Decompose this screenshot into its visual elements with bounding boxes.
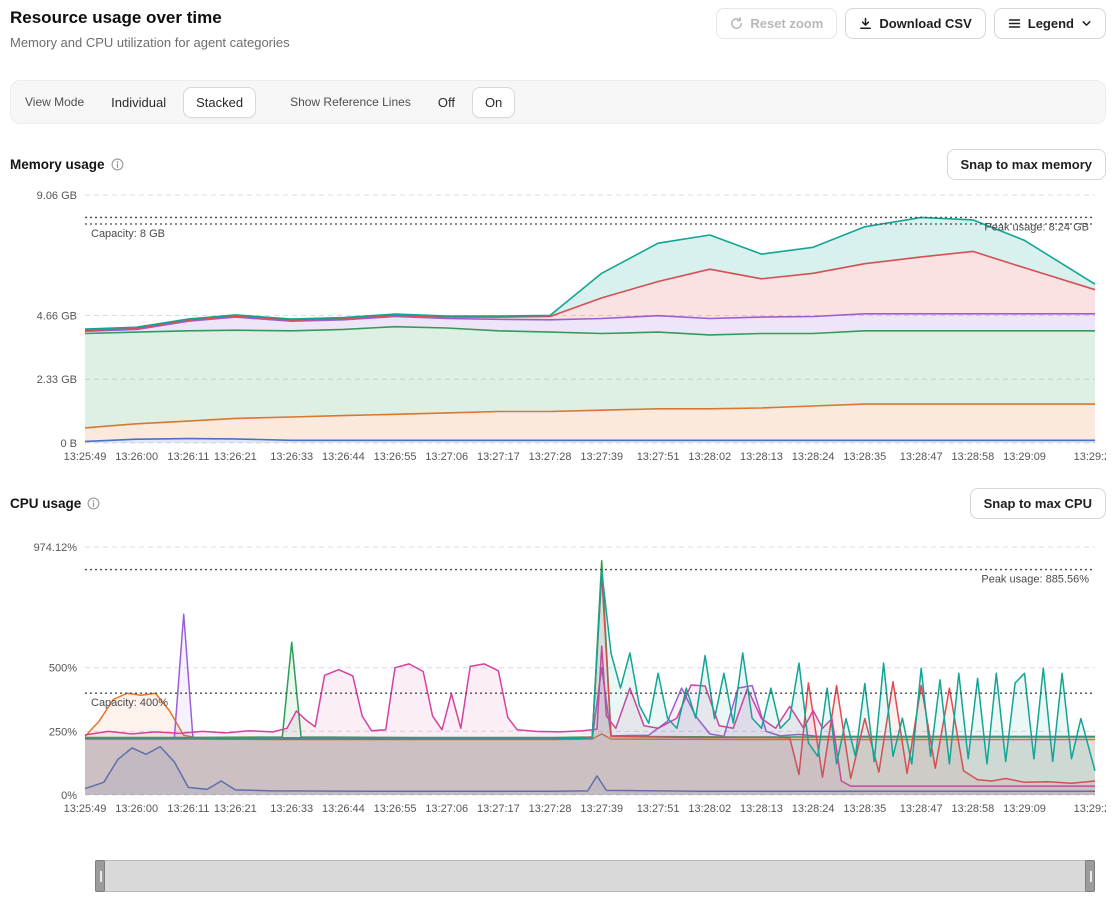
show-reference-lines-label: Show Reference Lines: [290, 95, 411, 109]
svg-text:13:27:39: 13:27:39: [580, 803, 623, 815]
svg-text:13:29:24: 13:29:24: [1074, 451, 1106, 463]
svg-text:4.66 GB: 4.66 GB: [37, 310, 77, 322]
svg-text:13:28:58: 13:28:58: [951, 451, 994, 463]
svg-text:9.06 GB: 9.06 GB: [37, 190, 77, 202]
svg-text:13:29:24: 13:29:24: [1074, 803, 1106, 815]
svg-text:13:26:21: 13:26:21: [214, 451, 257, 463]
svg-text:13:25:49: 13:25:49: [64, 803, 107, 815]
snap-to-max-cpu-button[interactable]: Snap to max CPU: [970, 488, 1106, 519]
legend-label: Legend: [1028, 16, 1074, 31]
page-header: Resource usage over time Memory and CPU …: [10, 0, 1106, 64]
memory-section-header: Memory usage Snap to max memory: [10, 146, 1106, 182]
svg-text:13:26:11: 13:26:11: [167, 451, 209, 463]
download-icon: [859, 17, 872, 30]
svg-text:0 B: 0 B: [60, 438, 77, 450]
legend-button[interactable]: Legend: [994, 8, 1106, 39]
memory-section-title: Memory usage: [10, 157, 105, 172]
svg-text:13:28:02: 13:28:02: [688, 803, 731, 815]
reference-lines-off-option[interactable]: Off: [425, 87, 468, 118]
reset-zoom-button[interactable]: Reset zoom: [716, 8, 837, 39]
svg-text:13:26:00: 13:26:00: [115, 803, 158, 815]
svg-text:13:27:51: 13:27:51: [637, 451, 680, 463]
svg-text:Peak usage: 885.56%: Peak usage: 885.56%: [981, 574, 1089, 586]
svg-text:13:25:49: 13:25:49: [64, 451, 107, 463]
svg-text:2.33 GB: 2.33 GB: [37, 374, 77, 386]
svg-text:13:28:47: 13:28:47: [900, 803, 943, 815]
svg-text:13:26:33: 13:26:33: [270, 451, 313, 463]
svg-text:974.12%: 974.12%: [34, 542, 78, 554]
svg-text:13:27:06: 13:27:06: [425, 451, 468, 463]
reference-lines-group: Show Reference Lines Off On: [290, 87, 515, 118]
memory-chart-svg[interactable]: 9.06 GB 4.66 GB 2.33 GB 0 B13:25:49 13:26:00…: [10, 190, 1106, 468]
view-mode-label: View Mode: [25, 95, 84, 109]
svg-text:13:26:44: 13:26:44: [322, 451, 365, 463]
brush-handle-right[interactable]: [1085, 860, 1095, 892]
memory-info-icon[interactable]: [111, 158, 124, 171]
svg-text:13:27:39: 13:27:39: [580, 451, 623, 463]
page-subtitle: Memory and CPU utilization for agent cat…: [10, 35, 290, 50]
svg-text:13:27:17: 13:27:17: [477, 451, 520, 463]
svg-text:13:26:21: 13:26:21: [214, 803, 257, 815]
svg-text:13:29:09: 13:29:09: [1003, 803, 1046, 815]
cpu-section-title: CPU usage: [10, 496, 81, 511]
svg-text:13:27:51: 13:27:51: [637, 803, 680, 815]
legend-list-icon: [1008, 17, 1021, 30]
cpu-title-wrap: CPU usage: [10, 496, 100, 511]
reset-zoom-icon: [730, 17, 743, 30]
svg-text:500%: 500%: [49, 663, 77, 675]
svg-text:13:26:55: 13:26:55: [374, 451, 417, 463]
svg-text:13:28:58: 13:28:58: [951, 803, 994, 815]
svg-text:13:26:55: 13:26:55: [374, 803, 417, 815]
cpu-section-header: CPU usage Snap to max CPU: [10, 485, 1106, 521]
cpu-chart-svg[interactable]: 974.12% 500% 250% 0%13:25:49 13:26:00 13:26:1…: [10, 529, 1106, 821]
svg-text:13:28:24: 13:28:24: [792, 803, 835, 815]
brush-row: [10, 860, 1106, 892]
view-mode-stacked-option[interactable]: Stacked: [183, 87, 256, 118]
svg-text:13:27:28: 13:27:28: [529, 451, 572, 463]
svg-text:13:26:44: 13:26:44: [322, 803, 365, 815]
svg-text:13:27:17: 13:27:17: [477, 803, 520, 815]
cpu-info-icon[interactable]: [87, 497, 100, 510]
reset-zoom-label: Reset zoom: [750, 16, 823, 31]
svg-text:13:28:02: 13:28:02: [688, 451, 731, 463]
svg-text:13:26:00: 13:26:00: [115, 451, 158, 463]
svg-text:13:28:13: 13:28:13: [740, 451, 783, 463]
dashboard-page: Resource usage over time Memory and CPU …: [0, 0, 1116, 906]
svg-text:Capacity: 400%: Capacity: 400%: [91, 697, 168, 709]
svg-text:Peak usage: 8.24 GB: Peak usage: 8.24 GB: [984, 221, 1089, 233]
title-block: Resource usage over time Memory and CPU …: [10, 8, 290, 50]
svg-text:13:28:24: 13:28:24: [792, 451, 835, 463]
svg-text:250%: 250%: [49, 726, 77, 738]
download-csv-label: Download CSV: [879, 16, 971, 31]
download-csv-button[interactable]: Download CSV: [845, 8, 985, 39]
memory-chart[interactable]: 9.06 GB 4.66 GB 2.33 GB 0 B13:25:49 13:26:00…: [10, 190, 1106, 473]
svg-text:0%: 0%: [61, 790, 77, 802]
cpu-chart[interactable]: 974.12% 500% 250% 0%13:25:49 13:26:00 13:26:1…: [10, 529, 1106, 826]
svg-text:13:26:33: 13:26:33: [270, 803, 313, 815]
svg-text:13:26:11: 13:26:11: [167, 803, 209, 815]
svg-text:13:28:13: 13:28:13: [740, 803, 783, 815]
svg-text:13:28:35: 13:28:35: [843, 803, 886, 815]
svg-text:13:28:47: 13:28:47: [900, 451, 943, 463]
chart-options-toolbar: View Mode Individual Stacked Show Refere…: [10, 80, 1106, 124]
svg-text:Capacity: 8 GB: Capacity: 8 GB: [91, 228, 165, 240]
header-actions: Reset zoom Download CSV Legend: [716, 8, 1106, 39]
page-title: Resource usage over time: [10, 8, 290, 28]
snap-to-max-memory-button[interactable]: Snap to max memory: [947, 149, 1107, 180]
memory-title-wrap: Memory usage: [10, 157, 124, 172]
svg-text:13:28:35: 13:28:35: [843, 451, 886, 463]
view-mode-individual-option[interactable]: Individual: [98, 87, 179, 118]
reference-lines-on-option[interactable]: On: [472, 87, 515, 118]
svg-text:13:27:28: 13:27:28: [529, 803, 572, 815]
svg-text:13:29:09: 13:29:09: [1003, 451, 1046, 463]
brush-handle-left[interactable]: [95, 860, 105, 892]
time-range-brush[interactable]: [95, 860, 1095, 892]
svg-text:13:27:06: 13:27:06: [425, 803, 468, 815]
chevron-down-icon: [1081, 18, 1092, 29]
